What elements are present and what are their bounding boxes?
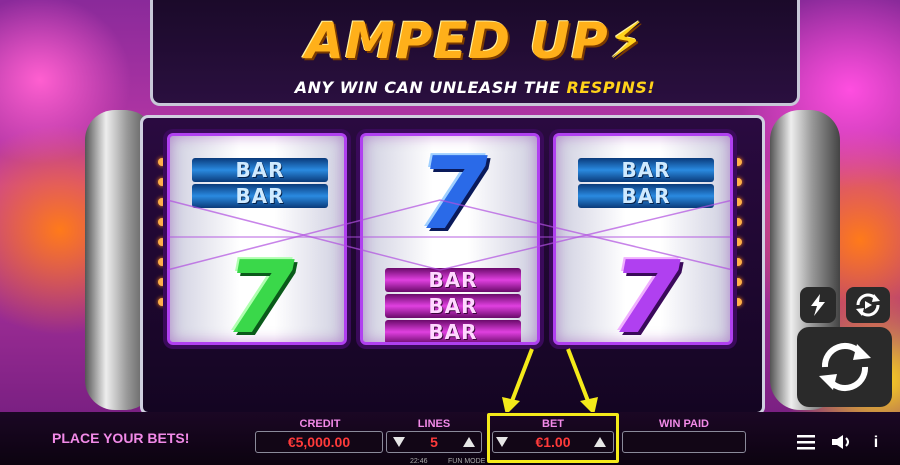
spin-icon [818,342,871,392]
lines-decrease-button[interactable] [393,437,405,447]
reel-2: 7 BAR BAR BAR [360,133,540,345]
lines-label: LINES [417,418,451,430]
info-icon: i [873,434,879,451]
menu-icon [797,435,815,450]
credit-label: CREDIT [299,418,341,430]
bar-symbol: BAR [578,158,714,182]
autoplay-button[interactable] [846,287,890,323]
game-title: AMPED UP⚡ [305,12,645,70]
spin-button[interactable] [797,327,892,407]
mode-label: FUN MODE [448,458,486,465]
bet-highlight-box [487,413,619,463]
bar-symbol: BAR [385,320,521,342]
game-subtitle: ANY WIN CAN UNLEASH THE RESPINS! [294,78,656,97]
win-paid-label: WIN PAID [659,418,709,430]
reel-1: BAR BAR 7 [167,133,347,345]
menu-button[interactable] [794,434,818,455]
bar-symbol: BAR [578,184,714,208]
lightning-bolt-icon: ⚡ [608,12,645,70]
reel-1-bottom-symbol: 7 [225,239,295,345]
lightning-icon [811,294,825,316]
info-button[interactable]: i [864,434,888,452]
reel-3-bottom-symbol: 7 [611,239,681,345]
credit-value: €5,000.00 [255,431,383,453]
sound-icon [832,435,849,449]
indicator-lights-right [734,158,742,308]
lines-increase-button[interactable] [463,437,475,447]
bar-symbol: BAR [385,294,521,318]
bar-symbol: BAR [385,268,521,292]
bar-symbol: BAR [192,158,328,182]
reel-3: BAR BAR 7 [553,133,733,345]
clock: 22:46 [410,458,428,465]
win-paid-value [622,431,746,453]
turbo-button[interactable] [800,287,836,323]
reel-2-bottom-symbol: BAR BAR BAR [385,268,521,342]
annotation-arrows [502,348,598,415]
status-message: PLACE YOUR BETS! [52,430,190,446]
indicator-lights-left [158,158,166,308]
reel-1-top-symbol: BAR BAR [192,158,328,210]
sound-button[interactable] [830,434,854,455]
autoplay-icon [856,293,880,317]
reel-2-top-symbol: 7 [418,135,488,252]
reel-3-top-symbol: BAR BAR [578,158,714,210]
bar-symbol: BAR [192,184,328,208]
